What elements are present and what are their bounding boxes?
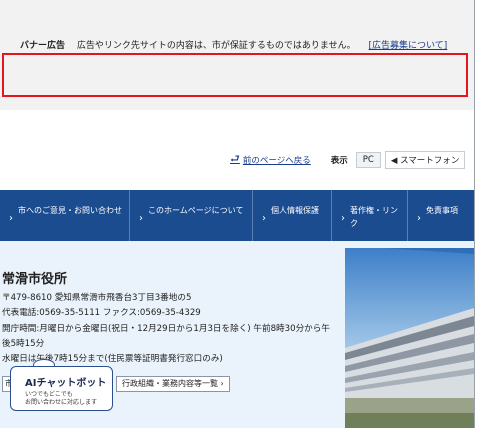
- city-hall-name: 常滑市役所: [2, 272, 68, 287]
- banner-header: バナー広告 広告やリンク先サイトの内容は、市が保証するものではありません。 [広…: [20, 38, 447, 51]
- banner-ad-slot[interactable]: [2, 53, 468, 97]
- phone-text: 代表電話:0569-35-5111 ファクス:0569-35-4329: [2, 308, 201, 318]
- chatbot-subtitle-2: お問い合わせに対応します: [25, 399, 98, 406]
- city-hall-photo: [345, 248, 474, 428]
- banner-section: バナー広告 広告やリンク先サイトの内容は、市が保証するものではありません。 [広…: [0, 0, 474, 110]
- return-arrow-icon: ⮐: [230, 152, 240, 165]
- nav-item-about-site[interactable]: このホームページについて: [130, 190, 253, 241]
- pc-view-button[interactable]: PC: [355, 151, 381, 168]
- banner-notice: 広告やリンク先サイトの内容は、市が保証するものではありません。: [76, 41, 356, 51]
- nav-item-copyright[interactable]: 著作権・リンク: [332, 190, 408, 241]
- utility-bar: ⮐ 前のページへ戻る 表示 PC ◀ スマートフォン: [230, 150, 466, 169]
- nav-item-privacy[interactable]: 個人情報保護: [253, 190, 332, 241]
- address-text: 〒479-8610 愛知県常滑市飛香台3丁目3番地の5: [2, 293, 192, 303]
- window-edge: [474, 0, 475, 428]
- banner-title: バナー広告: [20, 41, 66, 51]
- hours-text-cont: 後5時15分: [2, 339, 45, 349]
- back-link[interactable]: ⮐ 前のページへ戻る: [230, 150, 311, 169]
- footer-nav: 市へのご意見・お問い合わせ このホームページについて 個人情報保護 著作権・リン…: [0, 190, 474, 241]
- display-label: 表示: [330, 155, 348, 166]
- ai-chatbot-button[interactable]: AIチャットボット いつでもどこでも お問い合わせに対応します: [10, 366, 113, 411]
- nav-item-inquiry[interactable]: 市へのご意見・お問い合わせ: [0, 190, 130, 241]
- ad-recruit-link[interactable]: [広告募集について]: [369, 41, 448, 51]
- smartphone-view-link[interactable]: ◀ スマートフォン: [384, 150, 466, 169]
- hours-text: 開庁時間:月曜日から金曜日(祝日・12月29日から1月3日を除く) 午前8時30…: [2, 324, 330, 334]
- nav-item-disclaimer[interactable]: 免責事項: [408, 190, 474, 241]
- organization-list-button[interactable]: 行政組織・業務内容等一覧 ›: [116, 376, 230, 392]
- back-link-label: 前のページへ戻る: [242, 155, 311, 166]
- chatbot-title: AIチャットボット: [25, 378, 107, 389]
